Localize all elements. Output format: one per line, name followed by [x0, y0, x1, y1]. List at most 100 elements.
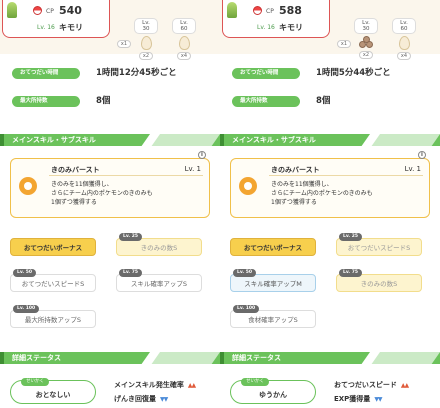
egg-icon [140, 36, 152, 50]
cp-label: CP [46, 8, 54, 15]
pokemon-card[interactable]: CP 540 Lv. 16 キモリ [2, 0, 110, 38]
pokemon-panel-left: CP 540 Lv. 16 キモリ x1 Lv. 30 x2 Lv. 60 x4… [0, 0, 220, 408]
cp-value: 540 [59, 4, 82, 17]
subskill-level: Lv. 75 [339, 269, 362, 277]
pokemon-level: Lv. 16 [257, 24, 275, 31]
pokemon-name: キモリ [59, 23, 83, 32]
pokemon-level: Lv. 16 [37, 24, 55, 31]
max-items-label: 最大所持数 [232, 96, 300, 107]
berry-burst-icon [19, 177, 37, 195]
subskill-level: Lv. 100 [233, 305, 260, 313]
subskill-level: Lv. 50 [13, 269, 36, 277]
subskill-4[interactable]: Lv. 75 きのみの数S [336, 269, 422, 292]
subskill-level: Lv. 50 [233, 269, 256, 277]
main-skill-level: Lv. 1 [404, 165, 421, 173]
help-interval-label: おてつだい時間 [232, 68, 300, 79]
ingredient-slot-3[interactable]: Lv. 60 x4 [172, 18, 196, 60]
max-items-label: 最大所持数 [12, 96, 80, 107]
section-header-details: 詳細ステータス [0, 352, 220, 364]
up-arrows-icon: ▲▲ [187, 382, 196, 389]
subskill-2[interactable]: Lv. 25 きのみの数S [116, 233, 202, 256]
subskill-level: Lv. 25 [119, 233, 142, 241]
pokemon-sprite [7, 2, 17, 18]
help-interval-value: 1時間5分44秒ごと [316, 68, 391, 78]
ingredient-count: x1 [116, 40, 132, 48]
nature-card[interactable]: せいかく おとなしい [10, 378, 96, 404]
down-arrows-icon: ▼▼ [160, 396, 168, 403]
cp-value: 588 [279, 4, 302, 17]
main-skill-description: きのみを11個獲得し、 さらにチーム内のポケモンのきのみも 1個ずつ獲得する [51, 181, 153, 206]
cp-label: CP [266, 8, 274, 15]
ingredient-count: x2 [358, 51, 374, 59]
down-arrows-icon: ▼▼ [374, 396, 382, 403]
ingredient-slot-2[interactable]: Lv. 30 x2 [354, 18, 378, 59]
nature-value: ゆうかん [259, 391, 287, 399]
section-header-skills: メインスキル・サブスキル [220, 134, 440, 146]
info-icon[interactable]: i [418, 151, 426, 159]
egg-icon [398, 36, 410, 50]
ingredient-count: x1 [336, 40, 352, 48]
ingredient-slot-1: x1 [112, 38, 136, 48]
up-arrows-icon: ▲▲ [400, 382, 409, 389]
slot-level: Lv. 60 [392, 18, 416, 34]
nature-label: せいかく [21, 378, 49, 386]
section-title: 詳細ステータス [12, 354, 61, 362]
section-title: メインスキル・サブスキル [12, 136, 96, 144]
ingredient-slot-2[interactable]: Lv. 30 x2 [134, 18, 158, 60]
max-items-row: 最大所持数 8個 [12, 96, 212, 108]
main-skill-level: Lv. 1 [184, 165, 201, 173]
subskill-2[interactable]: Lv. 25 おてつだいスピードS [336, 233, 422, 256]
pokemon-card[interactable]: CP 588 Lv. 16 キモリ [222, 0, 330, 38]
slot-level: Lv. 30 [134, 18, 158, 34]
help-interval-row: おてつだい時間 1時間12分45秒ごと [12, 68, 212, 80]
subskill-3[interactable]: Lv. 50 おてつだいスピードS [10, 269, 96, 292]
ingredient-count: x4 [396, 52, 412, 60]
ingredient-count: x4 [176, 52, 192, 60]
pokemon-panel-right: CP 588 Lv. 16 キモリ x1 Lv. 30 x2 Lv. 60 x4 [220, 0, 440, 408]
max-items-value: 8個 [316, 96, 331, 106]
nature-label: せいかく [241, 378, 269, 386]
main-skill-card[interactable]: i きのみバースト Lv. 1 きのみを11個獲得し、 さらにチーム内のポケモン… [10, 151, 210, 218]
nut-icon [358, 36, 374, 49]
pokemon-name: キモリ [279, 23, 303, 32]
subskill-5[interactable]: Lv. 100 最大所持数アップS [10, 305, 96, 328]
info-icon[interactable]: i [198, 151, 206, 159]
nature-effect-up: おてつだいスピード ▲▲ [334, 381, 409, 389]
main-skill-name: きのみバースト [51, 166, 100, 174]
nature-effect-down: EXP獲得量 ▼▼ [334, 395, 383, 403]
ingredient-count: x2 [138, 52, 154, 60]
subskill-5[interactable]: Lv. 100 食材確率アップS [230, 305, 316, 328]
subskill-level: Lv. 75 [119, 269, 142, 277]
section-title: メインスキル・サブスキル [232, 136, 316, 144]
max-items-row: 最大所持数 8個 [232, 96, 432, 108]
subskill-3[interactable]: Lv. 50 スキル確率アップM [230, 269, 316, 292]
nature-effect-up: メインスキル発生確率 ▲▲ [114, 381, 196, 389]
help-interval-row: おてつだい時間 1時間5分44秒ごと [232, 68, 432, 80]
ingredient-slot-3[interactable]: Lv. 60 x4 [392, 18, 416, 60]
subskill-1[interactable]: おてつだいボーナス [10, 238, 96, 256]
subskill-level: Lv. 100 [13, 305, 40, 313]
subskill-level: Lv. 25 [339, 233, 362, 241]
nature-card[interactable]: せいかく ゆうかん [230, 378, 316, 404]
pokemon-sprite [227, 2, 237, 18]
section-header-details: 詳細ステータス [220, 352, 440, 364]
main-skill-name: きのみバースト [271, 166, 320, 174]
subskill-1[interactable]: おてつだいボーナス [230, 238, 316, 256]
pokemon-header: CP 540 Lv. 16 キモリ x1 Lv. 30 x2 Lv. 60 x4 [0, 0, 220, 60]
main-skill-card[interactable]: i きのみバースト Lv. 1 きのみを11個獲得し、 さらにチーム内のポケモン… [230, 151, 430, 218]
max-items-value: 8個 [96, 96, 111, 106]
egg-icon [178, 36, 190, 50]
pokeball-icon [33, 6, 42, 15]
help-interval-value: 1時間12分45秒ごと [96, 68, 177, 78]
pokemon-header: CP 588 Lv. 16 キモリ x1 Lv. 30 x2 Lv. 60 x4 [220, 0, 440, 60]
nature-effect-down: げんき回復量 ▼▼ [114, 395, 168, 403]
berry-burst-icon [239, 177, 257, 195]
comparison-page: CP 540 Lv. 16 キモリ x1 Lv. 30 x2 Lv. 60 x4… [0, 0, 440, 408]
help-interval-label: おてつだい時間 [12, 68, 80, 79]
main-skill-description: きのみを11個獲得し、 さらにチーム内のポケモンのきのみも 1個ずつ獲得する [271, 181, 373, 206]
nature-value: おとなしい [35, 391, 71, 399]
subskill-4[interactable]: Lv. 75 スキル確率アップS [116, 269, 202, 292]
slot-level: Lv. 30 [354, 18, 378, 34]
slot-level: Lv. 60 [172, 18, 196, 34]
section-header-skills: メインスキル・サブスキル [0, 134, 220, 146]
